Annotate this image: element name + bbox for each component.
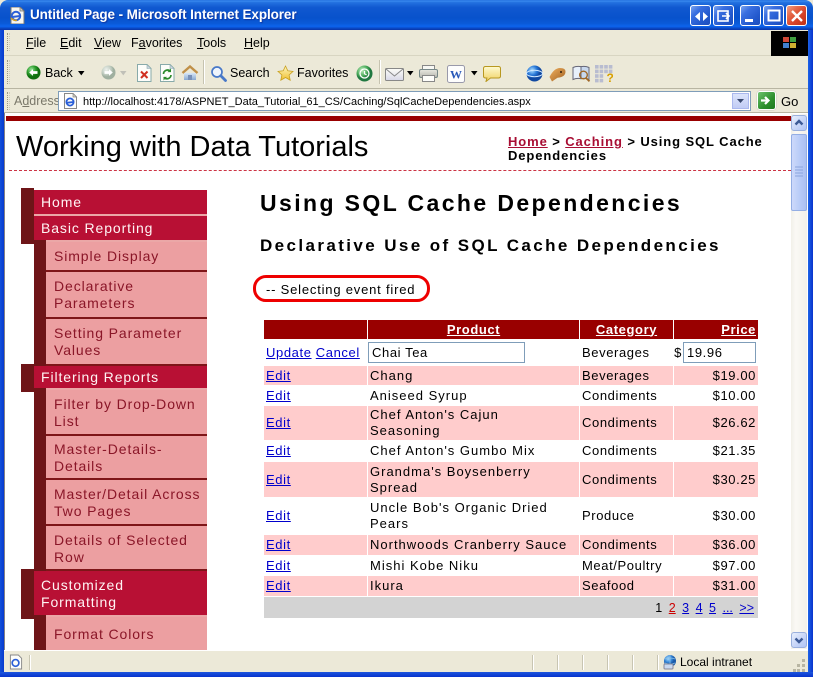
svg-text:?: ? bbox=[607, 71, 614, 83]
svg-text:W: W bbox=[450, 68, 462, 82]
